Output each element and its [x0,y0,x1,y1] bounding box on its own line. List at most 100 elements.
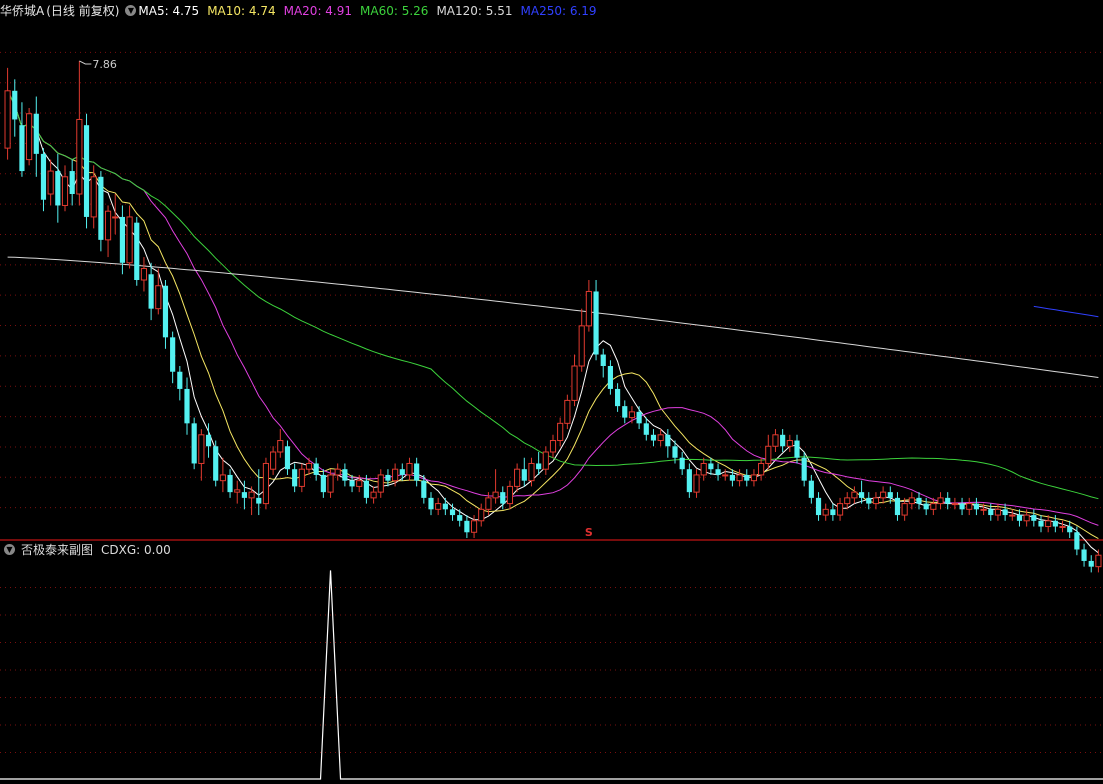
candle-body [686,469,692,493]
candle-body [464,520,470,533]
candle-body [894,497,901,516]
candle-body [55,171,61,206]
high-marker-label: 7.86 [92,58,117,71]
candle-body [851,491,858,499]
ma-line [7,90,1099,554]
candle-body [119,216,125,263]
sub-chart-name: 否极泰来副图 [21,543,94,557]
candle-body [4,90,11,149]
candle-body [994,508,1002,516]
candle-body [1031,515,1037,521]
candle-body [951,503,958,506]
candle-body [600,354,606,366]
candle-body [184,388,190,424]
candle-body [305,462,313,470]
candle-body [549,440,557,453]
candle-body [772,434,779,447]
candle-body [872,497,880,505]
chevron-down-icon[interactable]: ▼ [4,544,15,555]
candle-body [830,509,836,516]
candle-body [636,411,642,424]
candle-body [916,497,922,504]
candle-body [428,497,434,510]
sub-chart-value: CDXG: 0.00 [101,543,171,557]
candle-body [320,474,326,493]
cdxg-line [0,570,1103,780]
candle-body [966,503,973,510]
candle-body [356,480,363,487]
candle-body [1045,520,1052,528]
candle-body [126,216,133,264]
ma-line [1033,305,1099,318]
candle-body [377,474,384,493]
candle-body [33,113,39,154]
candle-body [643,423,649,435]
candle-body [564,399,571,424]
candlestick-chart: 7.86S财 [0,51,1103,780]
candle-body [349,480,355,487]
candle-body [930,503,937,510]
candle-body [736,474,743,482]
candle-body [758,462,765,476]
candle-body [414,463,420,481]
candle-body [1023,514,1030,522]
candle-body [292,469,298,487]
candle-body [923,503,929,510]
candle-body [937,497,944,505]
candle-body [859,492,865,498]
sub-chart-header: ▼ 否极泰来副图 CDXG: 0.00 [0,540,1103,560]
candle-body [1088,560,1094,567]
candle-body [104,210,112,241]
candle-body [234,489,241,493]
candle-body [959,503,965,510]
candle-body [628,411,636,419]
candle-body [47,170,54,195]
candle-body [69,171,75,194]
candle-body [808,480,814,498]
candle-body [1038,520,1044,527]
candle-body [908,497,915,505]
candle-body [571,365,578,401]
candle-body [744,474,750,481]
candle-body [672,446,678,458]
candle-body [485,497,492,510]
candle-body [334,468,341,476]
candle-body [665,434,671,447]
candle-body [622,406,628,418]
candle-body [270,451,277,470]
candle-body [815,497,822,516]
candle-body [256,497,262,504]
candle-body [112,216,119,219]
candle-body [536,463,542,470]
candle-body [844,497,851,505]
candle-body [657,434,664,442]
candle-body [134,222,140,280]
candle-body [177,371,183,389]
candle-body [470,520,478,533]
candle-body [205,434,212,447]
candle-body [19,125,25,172]
candle-body [342,469,348,481]
candle-body [76,118,83,195]
candle-body [866,497,872,504]
candle-body [708,463,714,470]
candle-body [385,474,391,481]
candle-body [1009,514,1016,517]
candle-body [679,457,685,470]
candle-body [435,503,442,510]
candle-body [557,422,564,442]
candle-body [822,508,829,516]
candle-body [284,446,291,470]
candle-body [277,440,284,453]
candle-body [148,274,154,309]
ma-line [7,90,1099,540]
candle-body [615,388,621,407]
candle-body [607,366,613,389]
candle-body [262,462,270,505]
candle-body [327,474,334,493]
candle-body [750,474,758,482]
candle-body [901,503,908,516]
candle-body [399,469,405,475]
candle-body [61,176,69,206]
candle-body [988,509,994,516]
